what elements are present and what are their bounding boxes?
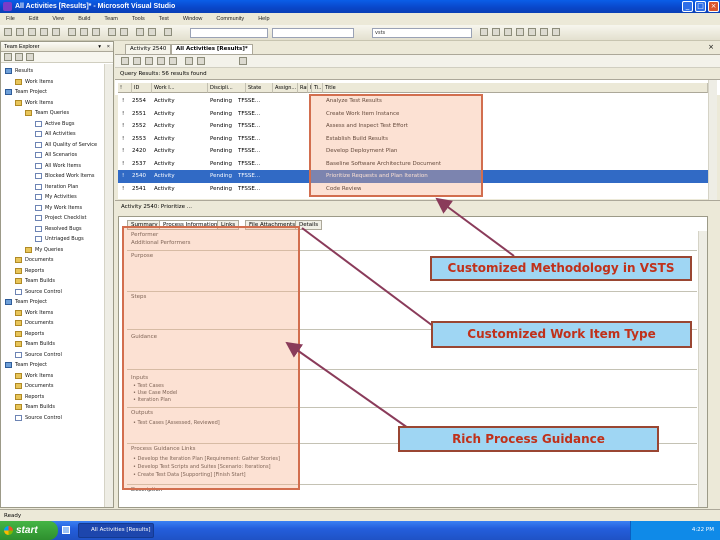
arrow-methodology (435, 197, 515, 257)
callout-guidance: Rich Process Guidance (398, 426, 659, 452)
callout-work-item-type: Customized Work Item Type (431, 321, 692, 348)
arrow-guidance (285, 341, 409, 429)
callout-methodology: Customized Methodology in VSTS (430, 256, 692, 281)
arrow-work-item-type (301, 227, 434, 327)
